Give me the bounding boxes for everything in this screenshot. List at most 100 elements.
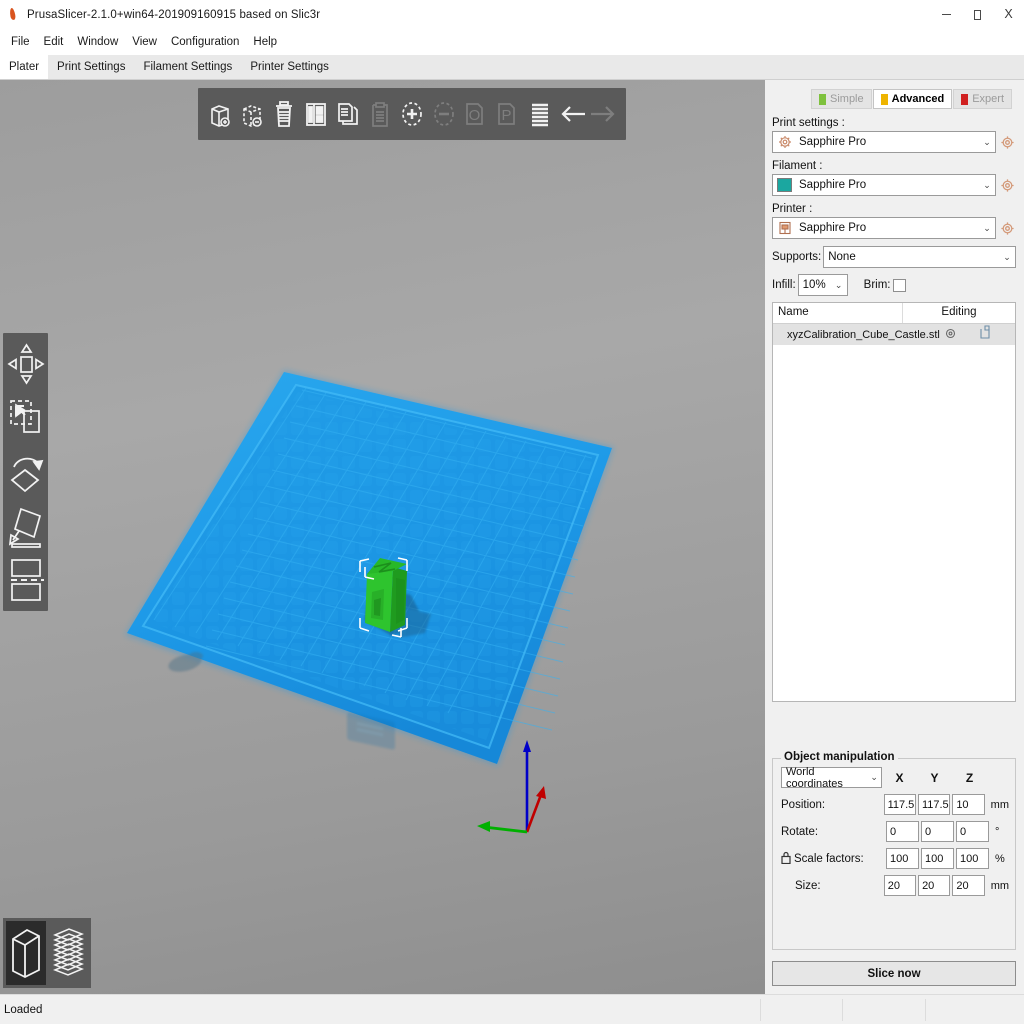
remove-instance-button[interactable] xyxy=(429,94,459,134)
maximize-button[interactable] xyxy=(962,0,993,29)
minimize-button[interactable] xyxy=(931,0,962,29)
3d-scene xyxy=(125,370,614,834)
gear-small-icon[interactable] xyxy=(945,328,956,342)
uniform-scale-lock-icon[interactable] xyxy=(781,851,791,867)
scale-y-input[interactable]: 100 xyxy=(921,848,954,869)
mode-advanced-button[interactable]: Advanced xyxy=(872,89,953,109)
size-x-input[interactable]: 20 xyxy=(883,875,917,896)
arrange-button[interactable] xyxy=(301,94,331,134)
menu-item-window[interactable]: Window xyxy=(70,33,125,51)
supports-value: None xyxy=(828,251,856,263)
size-unit: mm xyxy=(990,879,1010,892)
supports-combobox[interactable]: None ⌄ xyxy=(823,246,1016,268)
infill-label: Infill: xyxy=(772,279,796,291)
scale-z-input[interactable]: 100 xyxy=(956,848,989,869)
place-on-face-gizmo-button[interactable] xyxy=(5,499,47,553)
print-settings-combobox[interactable]: Sapphire Pro ⌄ xyxy=(772,131,996,153)
mode-expert-button[interactable]: Expert xyxy=(953,89,1012,109)
layers-small-icon[interactable] xyxy=(979,325,992,344)
printer-icon xyxy=(776,220,793,237)
maximize-icon xyxy=(974,9,981,20)
object-manipulation-header: World coordinates ⌄ X Y Z xyxy=(781,766,1009,790)
close-button[interactable]: X xyxy=(993,0,1024,29)
filament-combobox[interactable]: Sapphire Pro ⌄ xyxy=(772,174,996,196)
mode-selector: Simple Advanced Expert xyxy=(768,89,1012,109)
scale-label-wrap: Scale factors: xyxy=(781,851,886,867)
print-settings-chevron-down-icon: ⌄ xyxy=(983,136,991,147)
delete-object-button[interactable] xyxy=(237,94,267,134)
add-instance-button[interactable] xyxy=(397,94,427,134)
view-mode-toolbar xyxy=(3,918,91,988)
print-settings-row: Sapphire Pro ⌄ xyxy=(768,131,1016,153)
menu-item-edit[interactable]: Edit xyxy=(37,33,71,51)
move-gizmo-button[interactable] xyxy=(5,337,47,391)
plater-top-toolbar: O P xyxy=(198,88,626,140)
coordinates-combobox[interactable]: World coordinates ⌄ xyxy=(781,766,882,790)
tab-printer-settings[interactable]: Printer Settings xyxy=(241,55,338,79)
rotate-z-input[interactable]: 0 xyxy=(956,821,989,842)
print-settings-edit-gear-icon[interactable] xyxy=(999,134,1016,151)
window-controls: X xyxy=(931,0,1024,29)
menu-item-file[interactable]: File xyxy=(4,33,37,51)
cut-gizmo-button[interactable] xyxy=(5,553,47,607)
table-row[interactable]: xyzCalibration_Cube_Castle.stl xyxy=(773,324,1015,345)
size-label: Size: xyxy=(795,879,821,892)
redo-button[interactable] xyxy=(589,94,619,134)
position-y-input[interactable]: 117.5 xyxy=(917,794,951,815)
object-list-header: Name Editing xyxy=(773,303,1015,324)
filament-row: Sapphire Pro ⌄ xyxy=(768,174,1016,196)
position-z-input[interactable]: 10 xyxy=(952,794,985,815)
axis-z-arrow xyxy=(523,740,531,752)
rotate-label: Rotate: xyxy=(781,825,819,838)
editor-view-button[interactable] xyxy=(6,921,46,985)
scale-x-input[interactable]: 100 xyxy=(886,848,919,869)
preview-view-button[interactable] xyxy=(48,921,88,985)
object-list-row-editing-cell xyxy=(956,325,1015,344)
undo-button[interactable] xyxy=(557,94,587,134)
copy-button[interactable] xyxy=(333,94,363,134)
axis-header-z: Z xyxy=(965,770,974,785)
tab-print-settings[interactable]: Print Settings xyxy=(48,55,135,79)
printer-combobox[interactable]: Sapphire Pro ⌄ xyxy=(772,217,996,239)
rotate-gizmo-button[interactable] xyxy=(5,445,47,499)
svg-text:O: O xyxy=(469,107,481,124)
paste-button[interactable] xyxy=(365,94,395,134)
size-y-input[interactable]: 20 xyxy=(918,875,951,896)
scale-gizmo-button[interactable] xyxy=(5,391,47,445)
infill-brim-row: Infill: 10% ⌄ Brim: xyxy=(768,274,1016,296)
mode-advanced-swatch xyxy=(880,93,888,105)
axis-header-y: Y xyxy=(930,770,939,785)
delete-all-button[interactable] xyxy=(269,94,299,134)
split-to-objects-button[interactable]: O xyxy=(461,94,491,134)
filament-color-swatch xyxy=(776,177,793,194)
mode-expert-label: Expert xyxy=(972,93,1004,105)
object-manipulation-title: Object manipulation xyxy=(781,751,898,763)
tab-plater[interactable]: Plater xyxy=(0,55,49,79)
mode-simple-button[interactable]: Simple xyxy=(811,89,872,109)
rotate-row: Rotate: 0 0 0 ° xyxy=(781,821,1009,842)
brim-checkbox[interactable] xyxy=(892,278,906,292)
tab-filament-settings[interactable]: Filament Settings xyxy=(134,55,242,79)
split-to-parts-button[interactable]: P xyxy=(493,94,523,134)
svg-text:P: P xyxy=(501,107,511,124)
size-z-input[interactable]: 20 xyxy=(952,875,985,896)
infill-combobox[interactable]: 10% ⌄ xyxy=(797,274,848,296)
coordinates-chevron-down-icon: ⌄ xyxy=(870,772,878,782)
3d-viewport[interactable]: O P xyxy=(0,80,765,994)
filament-edit-gear-icon[interactable] xyxy=(999,177,1016,194)
rotate-y-input[interactable]: 0 xyxy=(921,821,954,842)
menu-item-help[interactable]: Help xyxy=(246,33,284,51)
mode-simple-swatch xyxy=(819,93,826,105)
position-x-input[interactable]: 117.5 xyxy=(883,794,916,815)
window-title: PrusaSlicer-2.1.0+win64-201909160915 bas… xyxy=(27,8,321,21)
slice-now-button[interactable]: Slice now xyxy=(772,961,1016,986)
menu-item-configuration[interactable]: Configuration xyxy=(164,33,246,51)
print-settings-cog-icon xyxy=(776,134,793,151)
printer-edit-gear-icon[interactable] xyxy=(999,220,1016,237)
layers-editing-button[interactable] xyxy=(525,94,555,134)
object-list[interactable]: Name Editing xyzCalibration_Cube_Castle.… xyxy=(772,302,1016,702)
menu-item-view[interactable]: View xyxy=(125,33,164,51)
add-object-button[interactable] xyxy=(205,94,235,134)
rotate-x-input[interactable]: 0 xyxy=(886,821,919,842)
status-bar: Loaded xyxy=(0,994,1024,1024)
